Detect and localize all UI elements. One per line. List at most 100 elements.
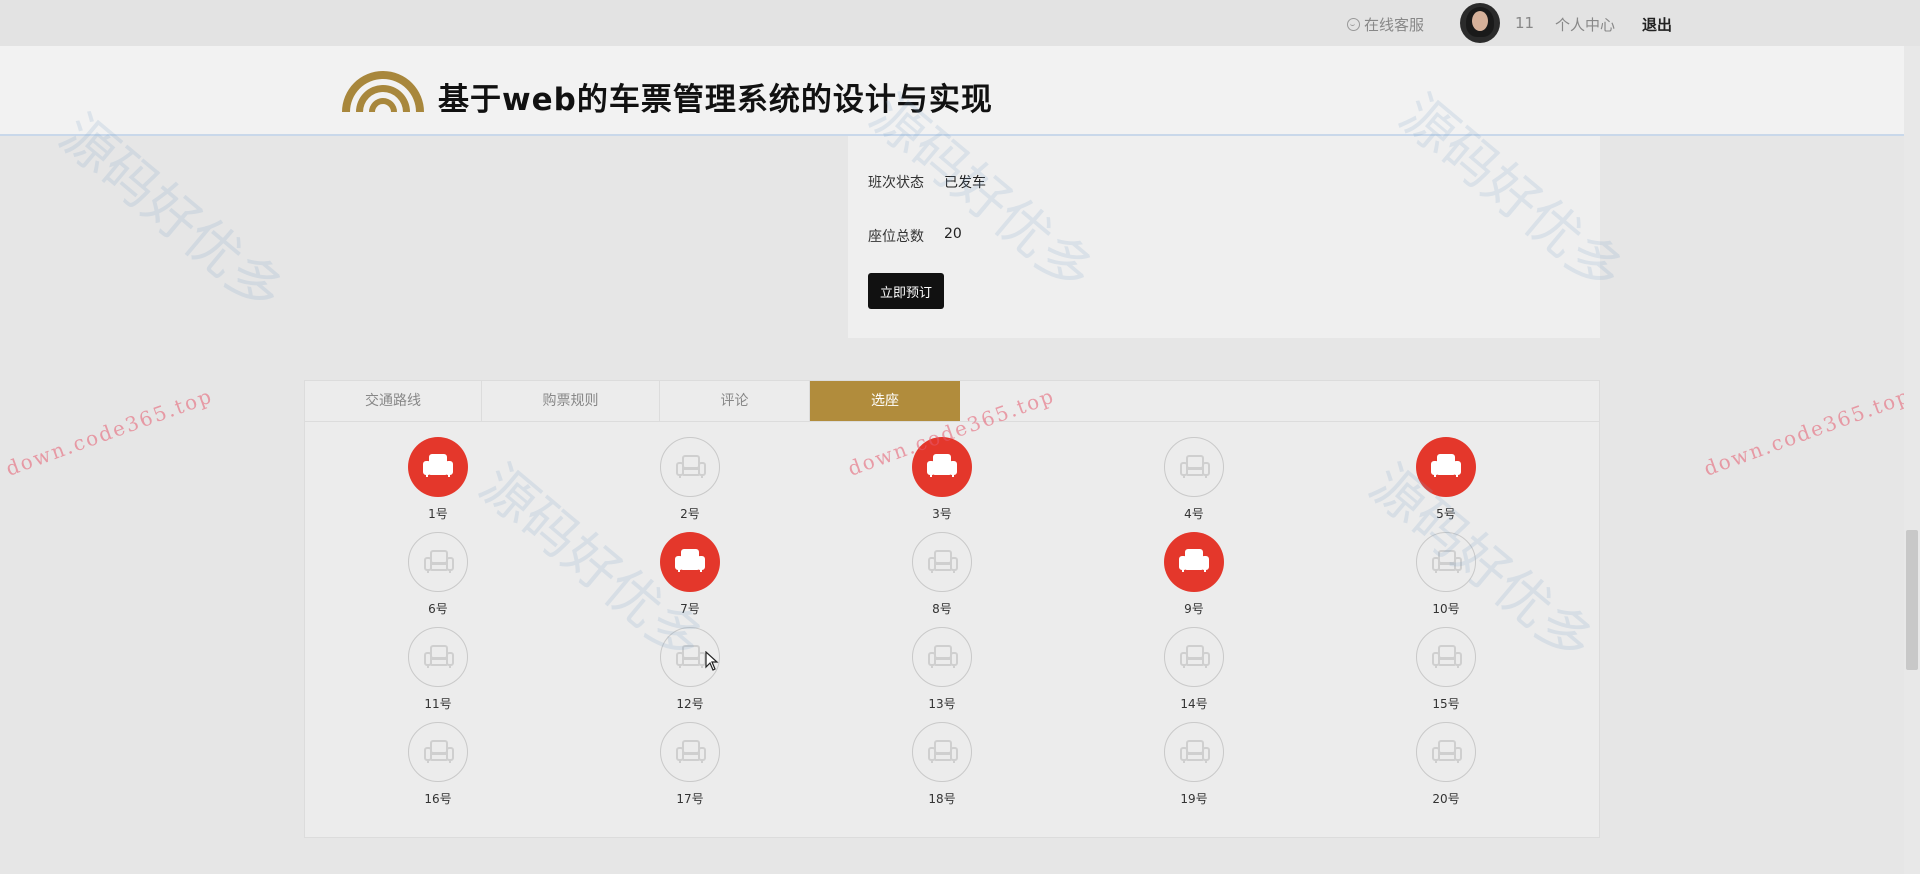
armchair-icon (676, 455, 706, 478)
username: 11 (1515, 14, 1535, 32)
seat-label: 2号 (680, 507, 700, 521)
seat-8[interactable]: 8号 (902, 532, 982, 617)
seat-label: 16号 (424, 792, 452, 806)
seat-label: 5号 (1436, 507, 1456, 521)
site-title: 基于web的车票管理系统的设计与实现 (438, 82, 993, 118)
headset-icon (1347, 18, 1360, 31)
profile-link[interactable]: 个人中心 (1555, 14, 1615, 35)
tab-comments[interactable]: 评论 (660, 381, 810, 421)
armchair-icon (424, 645, 454, 668)
seat-label: 7号 (680, 602, 700, 616)
armchair-icon (1180, 740, 1210, 763)
seat-label: 9号 (1184, 602, 1204, 616)
seat-circle (912, 722, 972, 782)
seat-label: 15号 (1432, 697, 1460, 711)
seat-20[interactable]: 20号 (1406, 722, 1486, 807)
seat-6[interactable]: 6号 (398, 532, 478, 617)
seat-label: 10号 (1432, 602, 1460, 616)
armchair-icon (927, 454, 957, 477)
armchair-icon (676, 740, 706, 763)
tab-panel: 交通路线 购票规则 评论 选座 1号 2号 3号 4号 5号 6号 7号 8号 9号 10号 11号… (304, 380, 1600, 838)
seat-circle (1164, 722, 1224, 782)
armchair-icon (928, 740, 958, 763)
armchair-icon (675, 549, 705, 572)
seat-label: 14号 (1180, 697, 1208, 711)
seat-label: 12号 (676, 697, 704, 711)
seat-4[interactable]: 4号 (1154, 437, 1234, 522)
seat-17[interactable]: 17号 (650, 722, 730, 807)
seat-7[interactable]: 7号 (650, 532, 730, 617)
armchair-icon (424, 550, 454, 573)
tab-bar: 交通路线 购票规则 评论 选座 (305, 381, 1599, 422)
seat-circle (408, 627, 468, 687)
seat-circle (660, 437, 720, 497)
online-service-label: 在线客服 (1364, 16, 1425, 34)
seat-15[interactable]: 15号 (1406, 627, 1486, 712)
watermark-text: down.code365.top (1700, 383, 1915, 481)
seat-circle (1416, 437, 1476, 497)
seat-circle (1416, 532, 1476, 592)
seat-label: 4号 (1184, 507, 1204, 521)
seats-row: 座位总数 20 (868, 226, 962, 246)
tab-route[interactable]: 交通路线 (305, 381, 482, 421)
seat-19[interactable]: 19号 (1154, 722, 1234, 807)
seat-circle (1164, 437, 1224, 497)
seat-circle (912, 532, 972, 592)
armchair-icon (1432, 645, 1462, 668)
seat-2[interactable]: 2号 (650, 437, 730, 522)
seats-total-value: 20 (944, 226, 962, 242)
armchair-icon (928, 645, 958, 668)
scrollbar-thumb[interactable] (1906, 530, 1918, 670)
armchair-icon (1179, 549, 1209, 572)
armchair-icon (676, 645, 706, 668)
seat-circle (408, 722, 468, 782)
armchair-icon (424, 740, 454, 763)
seat-9[interactable]: 9号 (1154, 532, 1234, 617)
seat-18[interactable]: 18号 (902, 722, 982, 807)
tab-rules[interactable]: 购票规则 (482, 381, 660, 421)
armchair-icon (1180, 455, 1210, 478)
seat-3[interactable]: 3号 (902, 437, 982, 522)
watermark-text: down.code365.top (2, 383, 217, 481)
seat-label: 8号 (932, 602, 952, 616)
armchair-icon (1180, 645, 1210, 668)
page-scrollbar[interactable] (1904, 46, 1920, 874)
seat-5[interactable]: 5号 (1406, 437, 1486, 522)
seat-11[interactable]: 11号 (398, 627, 478, 712)
seat-circle (1416, 627, 1476, 687)
top-bar: 在线客服 11 个人中心 退出 (0, 0, 1920, 46)
avatar[interactable] (1460, 3, 1500, 43)
book-now-button[interactable]: 立即预订 (868, 273, 944, 309)
seat-10[interactable]: 10号 (1406, 532, 1486, 617)
seat-label: 19号 (1180, 792, 1208, 806)
seat-circle (1164, 532, 1224, 592)
armchair-icon (1431, 454, 1461, 477)
seat-label: 18号 (928, 792, 956, 806)
logo-icon (342, 71, 424, 112)
status-row: 班次状态 已发车 (868, 172, 986, 192)
seats-total-label: 座位总数 (868, 229, 924, 245)
status-value: 已发车 (944, 175, 986, 191)
seat-label: 20号 (1432, 792, 1460, 806)
seat-16[interactable]: 16号 (398, 722, 478, 807)
status-label: 班次状态 (868, 175, 924, 191)
online-service-link[interactable]: 在线客服 (1347, 14, 1424, 35)
logout-link[interactable]: 退出 (1642, 14, 1672, 35)
armchair-icon (423, 454, 453, 477)
tab-seat-selection[interactable]: 选座 (810, 381, 960, 421)
trip-info-card: 班次状态 已发车 座位总数 20 立即预订 (848, 136, 1600, 338)
site-header: 基于web的车票管理系统的设计与实现 (0, 46, 1904, 136)
mouse-cursor-icon (705, 651, 719, 671)
seat-label: 13号 (928, 697, 956, 711)
seat-circle (660, 722, 720, 782)
seat-1[interactable]: 1号 (398, 437, 478, 522)
seat-13[interactable]: 13号 (902, 627, 982, 712)
armchair-icon (928, 550, 958, 573)
seat-14[interactable]: 14号 (1154, 627, 1234, 712)
seat-label: 11号 (424, 697, 452, 711)
seat-circle (408, 532, 468, 592)
seat-circle (1164, 627, 1224, 687)
seat-label: 17号 (676, 792, 704, 806)
seat-circle (408, 437, 468, 497)
seat-label: 6号 (428, 602, 448, 616)
